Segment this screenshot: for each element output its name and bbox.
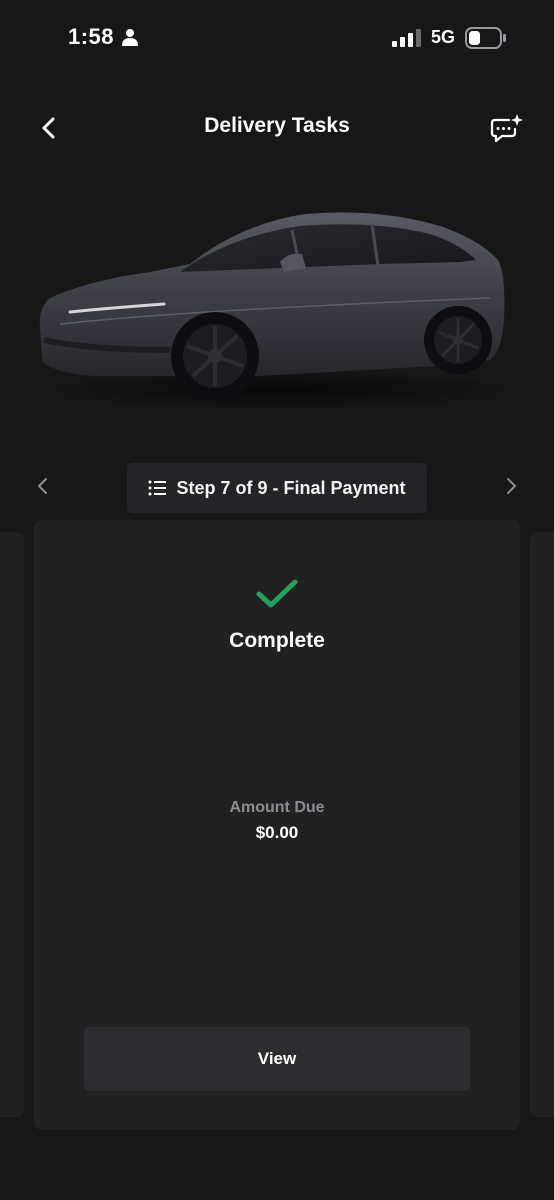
person-icon: [122, 29, 138, 46]
view-button[interactable]: View: [84, 1027, 470, 1091]
chevron-right-icon[interactable]: [500, 474, 522, 498]
battery-icon: [465, 27, 506, 49]
next-task-card[interactable]: [530, 532, 554, 1117]
network-type: 5G: [431, 27, 456, 47]
step-label: Step 7 of 9 - Final Payment: [176, 477, 406, 498]
previous-task-card[interactable]: [0, 532, 24, 1117]
chevron-left-icon[interactable]: [32, 474, 54, 498]
amount-due-label: Amount Due: [229, 799, 325, 816]
status-time: 1:58: [68, 24, 115, 49]
task-card: Complete Amount Due $0.00 View: [34, 520, 520, 1130]
signal-icon: [392, 29, 421, 47]
page-title: Delivery Tasks: [204, 114, 350, 137]
vehicle-image: [39, 212, 520, 412]
step-selector[interactable]: Step 7 of 9 - Final Payment: [127, 463, 427, 513]
chat-sparkle-icon[interactable]: [488, 112, 524, 146]
task-status: Complete: [229, 629, 325, 652]
amount-due-value: $0.00: [255, 823, 299, 842]
list-icon: [148, 480, 167, 496]
delivery-tasks-screen: 1:58 5G Delivery Tasks Step 7 of 9 - Fin…: [0, 0, 554, 1200]
checkmark-icon: [256, 579, 298, 608]
